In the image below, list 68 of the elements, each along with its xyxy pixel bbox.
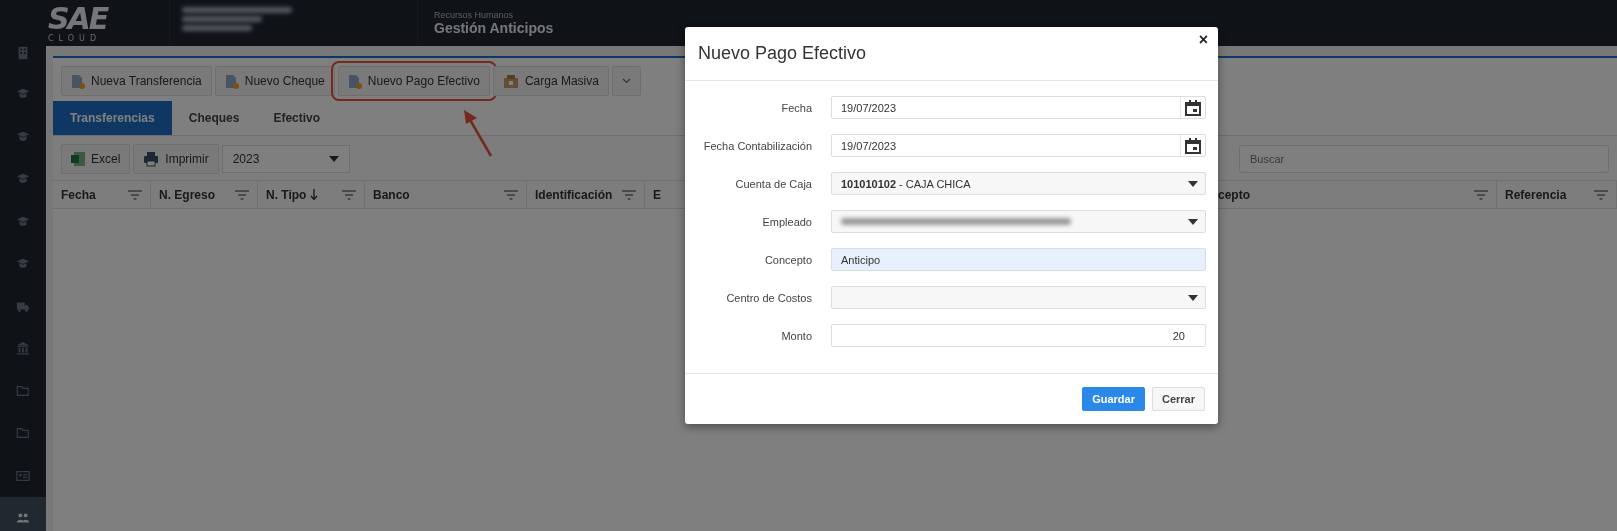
logo-subtitle: CLOUD	[48, 34, 102, 43]
filter-icon	[342, 189, 356, 200]
graduation-cap-icon	[16, 171, 30, 186]
toolbar-button[interactable]: Imprimir	[133, 144, 219, 174]
field-label: Empleado	[761, 215, 812, 228]
id-card-icon	[16, 468, 30, 483]
input-field[interactable]: Anticipo	[831, 248, 1206, 271]
field-label: Fecha Contabilización	[702, 139, 812, 152]
save-button[interactable]: Guardar	[1082, 387, 1145, 411]
document-icon	[347, 73, 362, 89]
logo: SAE	[48, 4, 108, 34]
column-header[interactable]: N. Egreso	[151, 181, 258, 208]
folder-icon	[16, 426, 30, 441]
filter-icon	[235, 189, 249, 200]
column-header[interactable]: Fecha	[53, 181, 151, 208]
column-header[interactable]: N. Tipo	[258, 181, 365, 208]
year-select[interactable]: 2023	[221, 145, 350, 173]
field-label: Fecha	[780, 101, 812, 114]
sidebar-item[interactable]	[0, 497, 46, 531]
field-label: Monto	[780, 329, 812, 342]
toolbar-button[interactable]: Nuevo Cheque	[214, 66, 335, 96]
toolbar-button[interactable]: Nueva Transferencia	[61, 66, 212, 96]
toolbar-button[interactable]: Carga Masiva	[492, 66, 609, 96]
date-field[interactable]: 19/07/2023	[831, 96, 1206, 119]
document-icon	[71, 73, 85, 89]
module-label: Recursos Humanos	[434, 10, 515, 20]
filter-icon	[622, 189, 636, 200]
box-icon	[502, 73, 519, 89]
graduation-cap-icon	[16, 86, 30, 101]
spreadsheet-icon	[71, 151, 85, 167]
column-header[interactable]: Banco	[365, 181, 527, 208]
select-field[interactable]: 101010102 - CAJA CHICA	[831, 172, 1206, 195]
dialog-title: Nuevo Pago Efectivo	[698, 43, 867, 64]
close-button[interactable]: Cerrar	[1151, 387, 1205, 411]
close-button[interactable]: ×	[1198, 31, 1208, 49]
search-field[interactable]: Buscar	[1239, 145, 1609, 173]
calendar-icon	[1185, 99, 1201, 116]
graduation-cap-icon	[16, 256, 30, 271]
toolbar-button[interactable]: Nuevo Pago Efectivo	[337, 66, 490, 96]
tab[interactable]: Efectivo	[256, 101, 338, 135]
folder-icon	[16, 383, 30, 398]
caret-icon	[621, 78, 631, 84]
select-field[interactable]	[831, 286, 1206, 309]
filter-icon	[504, 189, 518, 200]
caret-icon	[328, 156, 339, 162]
caret-icon	[1188, 218, 1198, 225]
field-label: Centro de Costos	[725, 291, 812, 304]
input-field[interactable]: 20	[831, 324, 1206, 347]
select-field[interactable]	[831, 210, 1206, 233]
tab[interactable]: Transferencias	[53, 101, 172, 135]
toolbar-button[interactable]: Excel	[61, 144, 131, 174]
filter-icon	[128, 189, 142, 200]
field-label: Concepto	[763, 253, 812, 266]
document-icon	[224, 73, 239, 89]
date-field[interactable]: 19/07/2023	[831, 134, 1206, 157]
page-title: Gestión Anticipos	[434, 20, 554, 36]
field-label: Cuenta de Caja	[734, 177, 812, 190]
dropdown-button[interactable]	[611, 66, 641, 96]
calendar-icon	[1185, 137, 1201, 154]
column-header[interactable]: Identificación	[527, 181, 645, 208]
printer-icon	[143, 151, 160, 167]
tab[interactable]: Cheques	[171, 101, 257, 135]
caret-icon	[1188, 294, 1198, 301]
annotation-arrow	[462, 110, 493, 158]
column-header[interactable]: Referencia	[1497, 181, 1617, 208]
filter-icon	[1474, 189, 1488, 200]
bank-icon	[16, 341, 30, 356]
filter-icon	[1594, 189, 1608, 200]
